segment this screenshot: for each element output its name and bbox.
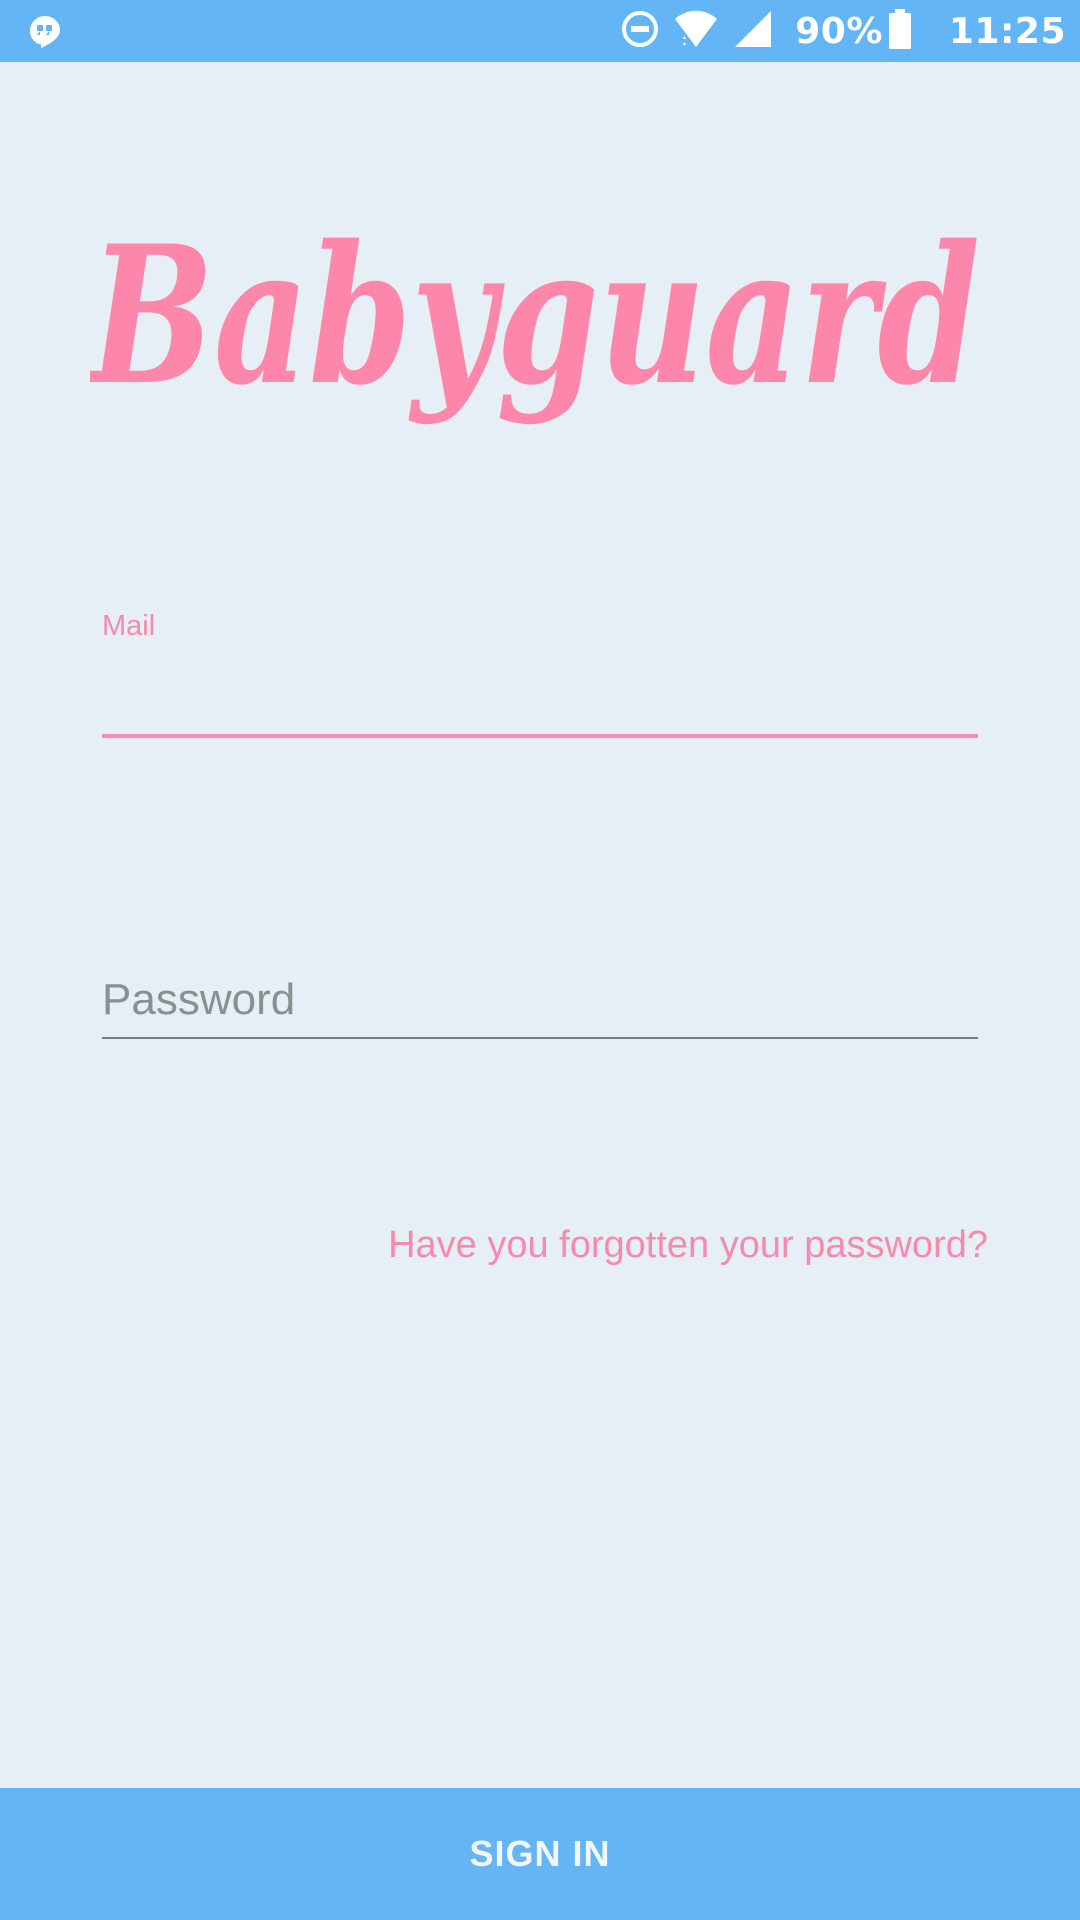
- sign-in-label: SIGN IN: [469, 1833, 611, 1874]
- babyguard-logo: Babyguard: [90, 222, 980, 427]
- forgot-password-link[interactable]: Have you forgotten your password?: [388, 1224, 988, 1267]
- battery-percentage: 90%: [795, 10, 883, 52]
- battery-icon: [888, 8, 911, 54]
- password-field[interactable]: [102, 960, 978, 1042]
- mail-field[interactable]: Mail: [102, 610, 978, 740]
- logo-text: Babyguard: [90, 222, 980, 427]
- mail-underline: [102, 734, 978, 738]
- login-screen: 90% 11:25 Babyguard Mail Have you forgot…: [0, 0, 1080, 1920]
- hangouts-icon: [28, 14, 62, 48]
- status-icons: 90% 11:25: [621, 0, 1066, 62]
- wifi-icon: [673, 9, 719, 54]
- mail-label: Mail: [102, 610, 156, 642]
- password-underline: [102, 1037, 978, 1039]
- mail-input[interactable]: [102, 650, 978, 720]
- password-input[interactable]: [102, 970, 978, 1030]
- cellular-signal-icon: [733, 9, 773, 54]
- status-bar: 90% 11:25: [0, 0, 1080, 62]
- sign-in-button[interactable]: SIGN IN: [0, 1788, 1080, 1920]
- do-not-disturb-icon: [621, 10, 659, 53]
- status-clock: 11:25: [948, 10, 1066, 52]
- battery-status: 90%: [787, 8, 911, 54]
